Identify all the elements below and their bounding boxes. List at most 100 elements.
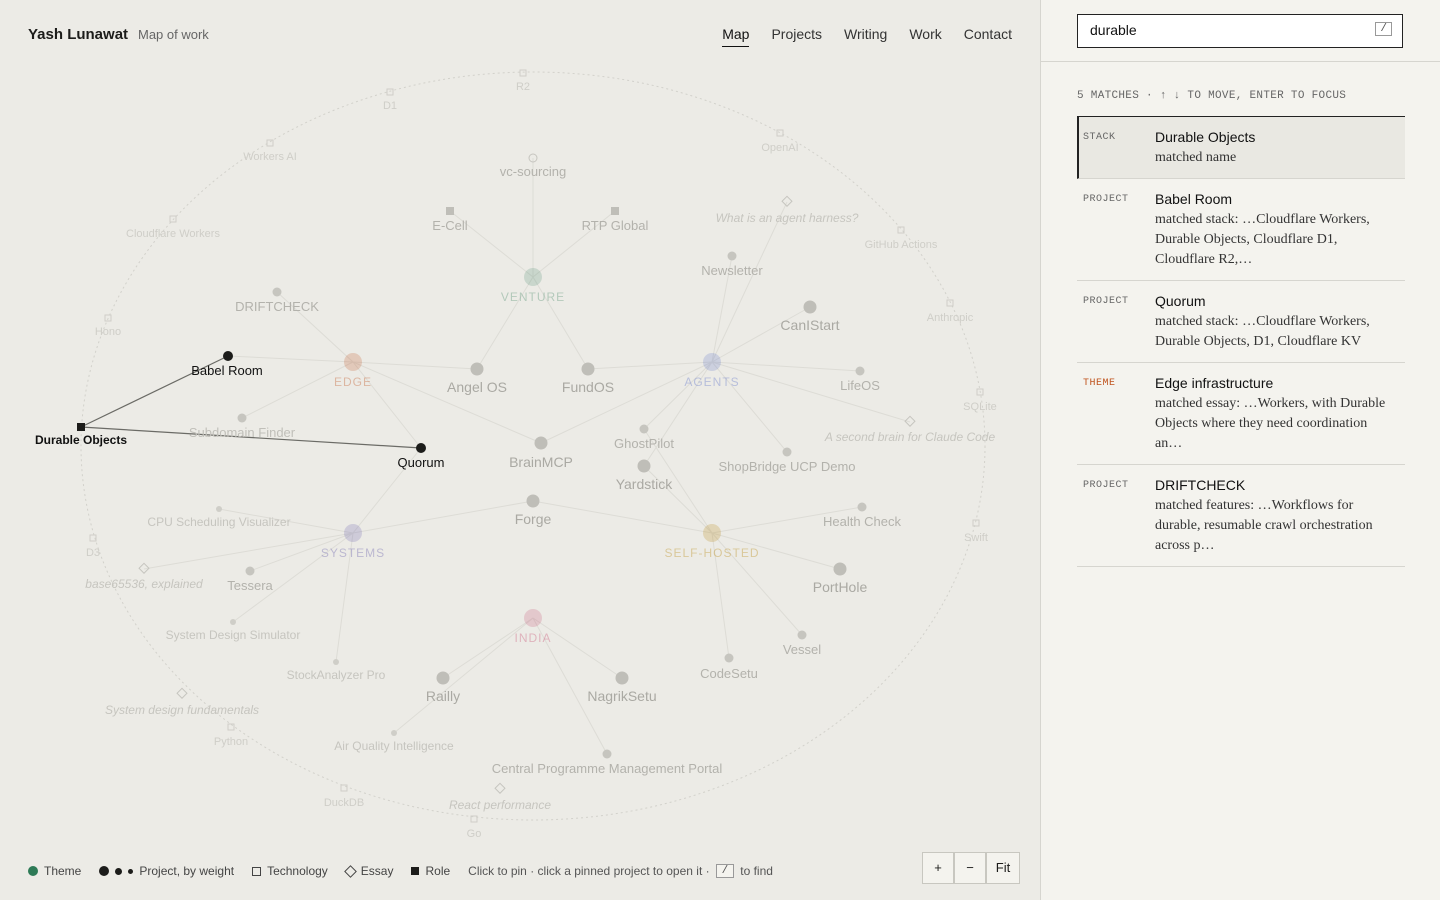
result-name: Babel Room — [1155, 191, 1233, 207]
tech-label: D3 — [86, 547, 100, 559]
essay-label: React performance — [449, 798, 551, 812]
role-nodes: E-Cell RTP Global vc-sourcing — [432, 153, 648, 233]
tech-label: OpenAI — [761, 142, 798, 154]
search-shortcut-key: / — [1375, 22, 1392, 36]
tech-label: Workers AI — [243, 151, 297, 163]
technology-square-icon — [252, 866, 262, 876]
project-label: BrainMCP — [509, 454, 573, 470]
map-hint: Click to pin · click a pinned project to… — [468, 864, 773, 878]
project-nodes: Angel OS FundOS CanIStart LifeOS Newslet… — [147, 251, 902, 776]
search-input[interactable] — [1088, 21, 1372, 39]
theme-dot-icon — [28, 866, 38, 876]
tech-label: Swift — [964, 532, 988, 544]
result-item[interactable]: PROJECT Quorum matched stack: …Cloudflare… — [1077, 281, 1405, 363]
tech-label: Python — [214, 736, 248, 748]
zoom-controls: + − Fit — [922, 852, 1020, 884]
result-type: THEME — [1083, 378, 1116, 389]
label-durable-objects: Durable Objects — [35, 433, 127, 447]
zoom-in-button[interactable]: + — [922, 852, 954, 884]
theme-edge — [344, 353, 362, 371]
highlighted-nodes: Babel Room Quorum Durable Objects — [35, 351, 445, 470]
legend-role: Role — [411, 864, 450, 878]
node-durable-objects — [77, 423, 85, 431]
project-label: ShopBridge UCP Demo — [718, 459, 855, 474]
legend-project: Project, by weight — [99, 864, 234, 878]
theme-label: SYSTEMS — [321, 546, 385, 560]
project-label: Railly — [426, 688, 460, 704]
project-label: Subdomain Finder — [189, 425, 296, 440]
search-box[interactable]: / — [1077, 14, 1403, 48]
theme-label: EDGE — [334, 375, 372, 389]
project-label: Vessel — [783, 642, 821, 657]
result-name: Quorum — [1155, 293, 1206, 309]
node-babel-room — [223, 351, 233, 361]
project-label: NagrikSetu — [587, 688, 656, 704]
project-label: PortHole — [813, 579, 868, 595]
theme-label: VENTURE — [501, 290, 565, 304]
project-label: CodeSetu — [700, 666, 758, 681]
project-label: StockAnalyzer Pro — [287, 668, 386, 682]
project-label: DRIFTCHECK — [235, 299, 319, 314]
map-legend: Theme Project, by weight Technology Essa… — [28, 864, 773, 878]
tech-label: DuckDB — [324, 797, 364, 809]
legend-technology-label: Technology — [267, 864, 328, 878]
legend-essay-label: Essay — [360, 864, 394, 878]
zoom-out-button[interactable]: − — [954, 852, 986, 884]
search-panel: / 5 MATCHES · ↑ ↓ TO MOVE, ENTER TO FOCU… — [1040, 0, 1440, 900]
tech-label: Cloudflare Workers — [126, 228, 220, 240]
tech-label: Go — [467, 828, 482, 840]
node-quorum — [416, 443, 426, 453]
result-desc: matched essay: …Workers, with Durable Ob… — [1155, 396, 1386, 451]
project-label-babel-room: Babel Room — [191, 363, 263, 378]
legend-essay: Essay — [343, 864, 394, 878]
essay-label: A second brain for Claude Code — [824, 430, 996, 444]
project-label: FundOS — [562, 379, 614, 395]
tech-label: R2 — [516, 81, 530, 93]
project-label: Angel OS — [447, 379, 507, 395]
zoom-fit-button[interactable]: Fit — [986, 852, 1020, 884]
result-name: DRIFTCHECK — [1155, 477, 1246, 493]
map-canvas[interactable]: Yash Lunawat Map of work Map Projects Wr… — [0, 0, 1040, 900]
project-label: Tessera — [227, 578, 273, 593]
hint-text-end: to find — [740, 864, 773, 878]
project-label: System Design Simulator — [166, 628, 301, 642]
project-small-dot-icon — [128, 868, 134, 874]
project-label: Central Programme Management Portal — [492, 761, 723, 776]
theme-systems — [344, 524, 362, 542]
results-count: 5 MATCHES · ↑ ↓ TO MOVE, ENTER TO FOCUS — [1077, 90, 1347, 102]
result-type: STACK — [1083, 132, 1116, 143]
legend-theme: Theme — [28, 864, 81, 878]
legend-role-label: Role — [425, 864, 451, 878]
result-desc: matched features: …Workflows for durable… — [1155, 498, 1373, 553]
theme-self-hosted — [703, 524, 721, 542]
theme-agents — [703, 353, 721, 371]
result-item[interactable]: PROJECT Babel Room matched stack: …Cloudf… — [1077, 179, 1405, 281]
result-desc: matched stack: …Cloudflare Workers, Dura… — [1155, 314, 1370, 349]
result-item[interactable]: THEME Edge infrastructure matched essay: … — [1077, 363, 1405, 465]
tech-label: D1 — [383, 100, 397, 112]
result-item[interactable]: PROJECT DRIFTCHECK matched features: …Wor… — [1077, 465, 1405, 567]
result-desc: matched name — [1155, 150, 1237, 165]
result-item[interactable]: STACK Durable Objects matched name — [1077, 117, 1405, 179]
project-label-quorum: Quorum — [398, 455, 445, 470]
theme-label: INDIA — [514, 631, 551, 645]
legend-technology: Technology — [252, 864, 328, 878]
project-label: Health Check — [823, 514, 902, 529]
project-label: Air Quality Intelligence — [334, 739, 454, 753]
role-square-icon — [411, 867, 420, 875]
node-label: vc-sourcing — [500, 164, 566, 179]
project-label: GhostPilot — [614, 436, 674, 451]
tech-label: GitHub Actions — [865, 239, 938, 251]
work-graph[interactable]: VENTURE EDGE AGENTS SYSTEMS SELF-HOSTED … — [0, 0, 1040, 850]
result-type: PROJECT — [1083, 296, 1129, 307]
project-large-dot-icon — [99, 866, 110, 876]
tech-label: SQLite — [963, 401, 997, 413]
project-label: Newsletter — [701, 263, 763, 278]
result-type: PROJECT — [1083, 194, 1129, 205]
results-list: STACK Durable Objects matched name PROJEC… — [1077, 116, 1405, 567]
essay-label: System design fundamentals — [105, 703, 259, 717]
result-name: Durable Objects — [1155, 129, 1256, 145]
theme-india — [524, 609, 542, 627]
role-label: E-Cell — [432, 218, 468, 233]
project-label: Forge — [515, 511, 552, 527]
